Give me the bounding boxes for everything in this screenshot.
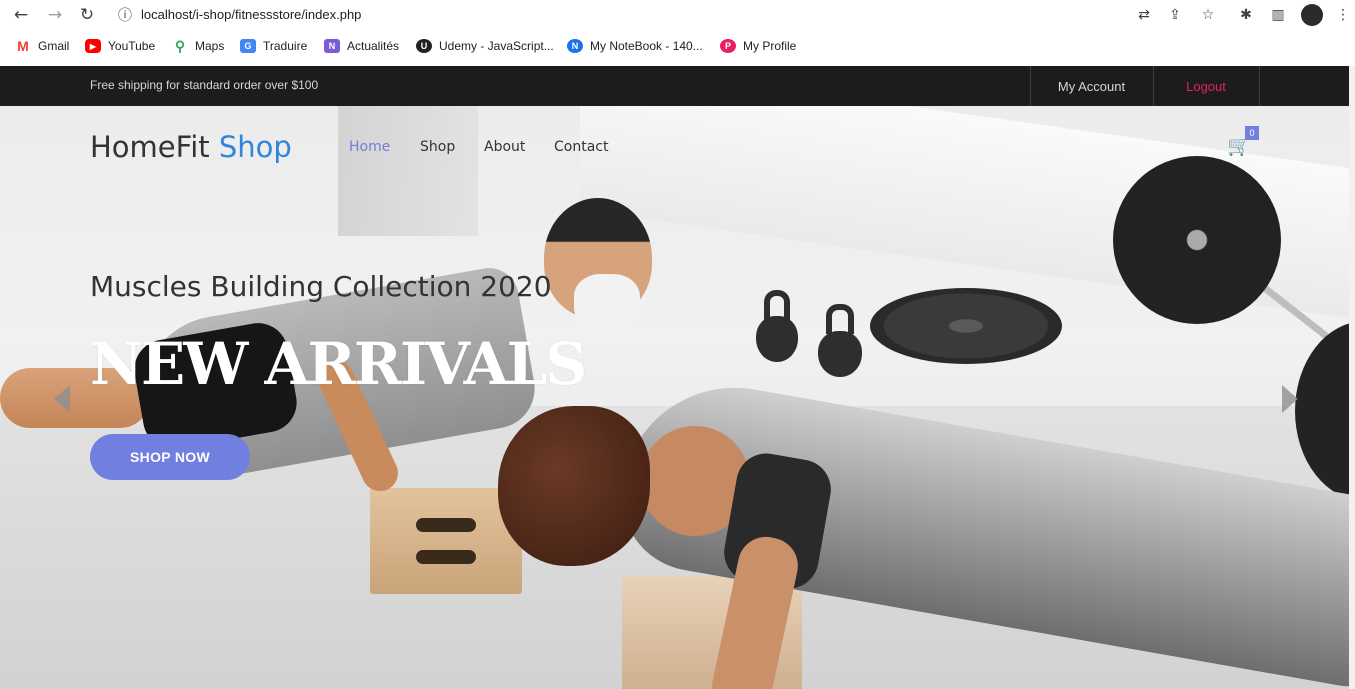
bookmark-star-icon[interactable]: ☆ <box>1198 5 1218 25</box>
translate-icon[interactable]: ⇄ <box>1134 5 1154 25</box>
bookmark-notebook[interactable]: N My NoteBook - 140... <box>567 36 703 56</box>
divider <box>1259 66 1260 106</box>
udemy-icon: U <box>416 39 432 53</box>
hero-slider: HomeFit Shop Home Shop About Contact 🛒 0… <box>0 106 1355 689</box>
maps-pin-icon: ⚲ <box>174 37 186 54</box>
my-account-link[interactable]: My Account <box>1030 66 1153 106</box>
forward-arrow-icon[interactable]: → <box>44 4 66 26</box>
hero-title: NEW ARRIVALS <box>90 330 587 398</box>
site-logo[interactable]: HomeFit Shop <box>90 130 292 164</box>
reload-icon[interactable]: ↻ <box>76 4 98 26</box>
bookmark-maps[interactable]: ⚲ Maps <box>172 36 224 56</box>
bookmarks-bar: M Gmail ▶ YouTube ⚲ Maps G Traduire N Actuali… <box>0 34 1355 58</box>
bookmark-youtube[interactable]: ▶ YouTube <box>85 36 155 56</box>
cart-count-badge: 0 <box>1245 126 1259 140</box>
logout-link[interactable]: Logout <box>1153 66 1259 106</box>
browser-chrome: ← → ↻ ⓘ localhost/i-shop/fitnessstore/in… <box>0 0 1355 66</box>
slider-prev-arrow-icon[interactable] <box>54 385 70 413</box>
youtube-icon: ▶ <box>85 39 101 53</box>
nav-home[interactable]: Home <box>349 139 390 155</box>
logo-accent-text: Shop <box>218 130 292 164</box>
shop-now-button[interactable]: SHOP NOW <box>90 434 250 480</box>
bookmark-label: Maps <box>195 39 225 53</box>
bookmark-label: Actualités <box>347 39 400 53</box>
bookmark-traduire[interactable]: G Traduire <box>240 36 307 56</box>
share-icon[interactable]: ⇪ <box>1165 5 1185 25</box>
translate-app-icon: G <box>240 39 256 53</box>
bookmark-label: My NoteBook - 140... <box>590 39 703 53</box>
news-icon: N <box>324 39 340 53</box>
shipping-notice: Free shipping for standard order over $1… <box>90 78 319 92</box>
profile-avatar[interactable] <box>1301 4 1323 26</box>
top-bar: Free shipping for standard order over $1… <box>0 66 1355 106</box>
slider-next-arrow-icon[interactable] <box>1282 385 1298 413</box>
globe-icon: N <box>567 39 583 53</box>
profile-site-icon: P <box>720 39 736 53</box>
extensions-puzzle-icon[interactable]: ✱ <box>1236 5 1256 25</box>
page-scrollbar[interactable] <box>1349 66 1355 689</box>
bookmark-label: Udemy - JavaScript... <box>439 39 554 53</box>
bookmark-label: YouTube <box>108 39 156 53</box>
gmail-icon: M <box>17 38 29 54</box>
bookmark-profile[interactable]: P My Profile <box>720 36 796 56</box>
bookmark-label: My Profile <box>743 39 797 53</box>
nav-contact[interactable]: Contact <box>554 139 608 155</box>
hero-subtitle: Muscles Building Collection 2020 <box>90 270 552 303</box>
back-arrow-icon[interactable]: ← <box>10 4 32 26</box>
bookmark-gmail[interactable]: M Gmail <box>15 36 69 56</box>
side-panel-icon[interactable]: ▥ <box>1268 5 1288 25</box>
nav-about[interactable]: About <box>484 139 525 155</box>
bookmark-label: Traduire <box>263 39 308 53</box>
site-info-icon[interactable]: ⓘ <box>115 5 135 25</box>
more-menu-icon[interactable]: ⋮ <box>1333 5 1353 25</box>
nav-shop[interactable]: Shop <box>420 139 455 155</box>
address-row: ← → ↻ ⓘ localhost/i-shop/fitnessstore/in… <box>0 0 1355 30</box>
bookmark-label: Gmail <box>38 39 70 53</box>
bookmark-actualites[interactable]: N Actualités <box>324 36 399 56</box>
address-bar[interactable]: localhost/i-shop/fitnessstore/index.php <box>141 7 361 22</box>
logo-main-text: HomeFit <box>90 130 219 164</box>
bookmark-udemy[interactable]: U Udemy - JavaScript... <box>416 36 554 56</box>
